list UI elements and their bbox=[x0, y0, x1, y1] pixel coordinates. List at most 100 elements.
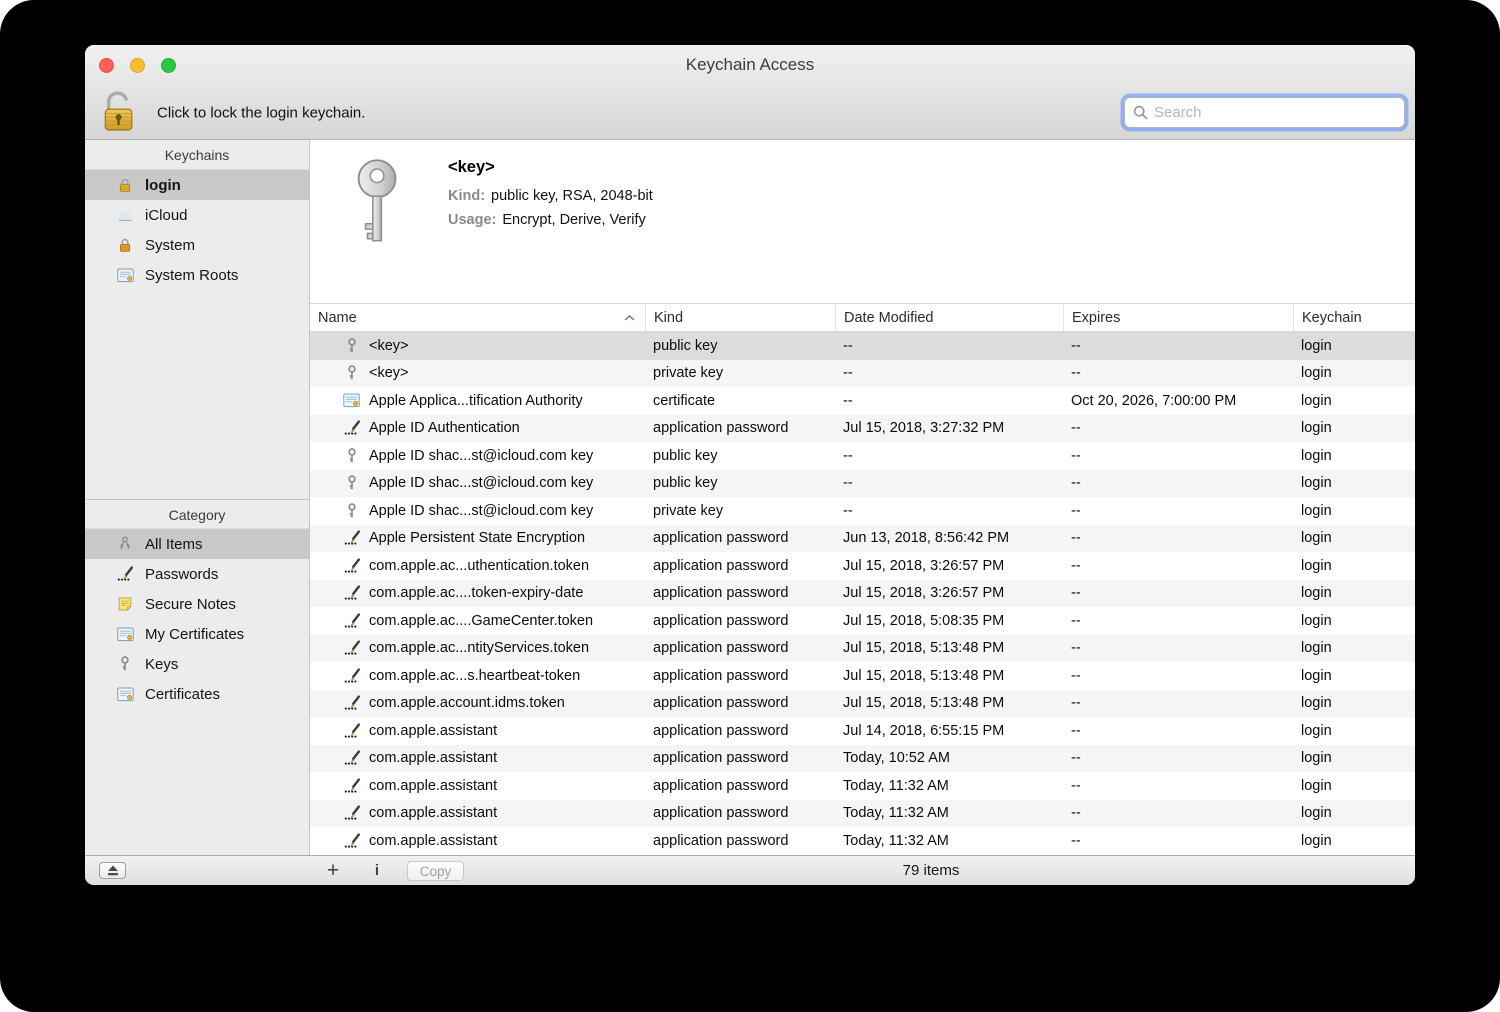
table-header: Name Kind Date Modified Expires Keychain bbox=[310, 303, 1415, 332]
close-button[interactable] bbox=[99, 58, 114, 73]
cell-keychain: login bbox=[1293, 365, 1415, 381]
column-header-keychain[interactable]: Keychain bbox=[1293, 304, 1415, 331]
item-name: com.apple.ac...s.heartbeat-token bbox=[369, 668, 580, 684]
detail-title: <key> bbox=[448, 158, 495, 177]
category-list: All Items Passwords Secure NotesMy Certifi… bbox=[85, 529, 309, 709]
column-header-label: Date Modified bbox=[844, 310, 933, 326]
table-row[interactable]: com.apple.assistantapplication passwordT… bbox=[310, 745, 1415, 773]
cell-keychain: login bbox=[1293, 448, 1415, 464]
sidebar-item-icloud[interactable]: iCloud bbox=[85, 200, 309, 230]
padlock-orange-icon bbox=[115, 237, 135, 253]
table-row[interactable]: com.apple.assistantapplication passwordJ… bbox=[310, 717, 1415, 745]
cell-date-modified: -- bbox=[835, 475, 1063, 491]
cell-expires: -- bbox=[1063, 475, 1293, 491]
column-header-name[interactable]: Name bbox=[310, 304, 645, 331]
column-header-expires[interactable]: Expires bbox=[1063, 304, 1293, 331]
items-count: 79 items bbox=[903, 856, 960, 885]
cell-kind: certificate bbox=[645, 393, 835, 409]
cell-kind: application password bbox=[645, 613, 835, 629]
column-header-kind[interactable]: Kind bbox=[645, 304, 835, 331]
toggle-keychains-button[interactable] bbox=[99, 862, 126, 879]
cell-kind: application password bbox=[645, 833, 835, 849]
cell-keychain: login bbox=[1293, 530, 1415, 546]
sidebar: Keychains loginiCloudSystemSystem Roots … bbox=[85, 140, 310, 855]
cell-name: Apple Applica...tification Authority bbox=[310, 393, 645, 409]
copy-button[interactable]: Copy bbox=[407, 861, 464, 881]
cell-name: com.apple.assistant bbox=[310, 750, 645, 766]
cell-name: <key> bbox=[310, 338, 645, 354]
sidebar-item-keys[interactable]: Keys bbox=[85, 649, 309, 679]
unlocked-padlock-icon[interactable] bbox=[102, 90, 138, 134]
table-row[interactable]: Apple Applica...tification Authoritycert… bbox=[310, 387, 1415, 415]
window-content: Keychains loginiCloudSystemSystem Roots … bbox=[85, 140, 1415, 855]
cell-kind: application password bbox=[645, 420, 835, 436]
column-header-date-modified[interactable]: Date Modified bbox=[835, 304, 1063, 331]
table-row[interactable]: com.apple.ac....token-expiry-dateapplica… bbox=[310, 580, 1415, 608]
cell-keychain: login bbox=[1293, 750, 1415, 766]
cell-date-modified: Jun 13, 2018, 8:56:42 PM bbox=[835, 530, 1063, 546]
certificate-icon bbox=[115, 268, 135, 283]
key-icon bbox=[343, 338, 360, 354]
item-name: com.apple.ac...ntityServices.token bbox=[369, 640, 589, 656]
sidebar-item-secure-notes[interactable]: Secure Notes bbox=[85, 589, 309, 619]
keychains-list: loginiCloudSystemSystem Roots bbox=[85, 170, 309, 290]
item-name: com.apple.assistant bbox=[369, 833, 497, 849]
key-large-icon bbox=[348, 156, 410, 251]
sidebar-item-system[interactable]: System bbox=[85, 230, 309, 260]
table-row[interactable]: <key>private key----login bbox=[310, 360, 1415, 388]
sidebar-item-all-items[interactable]: All Items bbox=[85, 529, 309, 559]
table-row[interactable]: Apple ID shac...st@icloud.com keypublic … bbox=[310, 470, 1415, 498]
sidebar-item-login[interactable]: login bbox=[85, 170, 309, 200]
table-row[interactable]: com.apple.ac...uthentication.tokenapplic… bbox=[310, 552, 1415, 580]
pen-icon bbox=[343, 750, 360, 766]
key-icon bbox=[343, 365, 360, 381]
table-row[interactable]: com.apple.ac...s.heartbeat-tokenapplicat… bbox=[310, 662, 1415, 690]
key-icon bbox=[343, 448, 360, 464]
add-item-button[interactable]: + bbox=[320, 857, 346, 885]
cell-date-modified: Today, 11:32 AM bbox=[835, 833, 1063, 849]
table-row[interactable]: com.apple.assistantapplication passwordT… bbox=[310, 800, 1415, 828]
certificate-icon bbox=[115, 687, 135, 702]
table-row[interactable]: Apple ID Authenticationapplication passw… bbox=[310, 415, 1415, 443]
info-button[interactable]: i bbox=[368, 856, 386, 885]
table-row[interactable]: com.apple.assistantapplication passwordT… bbox=[310, 772, 1415, 800]
cell-name: com.apple.assistant bbox=[310, 805, 645, 821]
cell-date-modified: Today, 10:52 AM bbox=[835, 750, 1063, 766]
sidebar-item-my-certificates[interactable]: My Certificates bbox=[85, 619, 309, 649]
table-row[interactable]: Apple ID shac...st@icloud.com keypublic … bbox=[310, 442, 1415, 470]
sidebar-item-system-roots[interactable]: System Roots bbox=[85, 260, 309, 290]
table-row[interactable]: Apple Persistent State Encryptionapplica… bbox=[310, 525, 1415, 553]
item-name: com.apple.ac....token-expiry-date bbox=[369, 585, 583, 601]
column-header-label: Keychain bbox=[1302, 310, 1362, 326]
table-row[interactable]: <key>public key----login bbox=[310, 332, 1415, 360]
titlebar[interactable]: Keychain Access bbox=[85, 45, 1415, 85]
table-row[interactable]: com.apple.assistant application passwordT… bbox=[310, 827, 1415, 855]
table-row[interactable]: com.apple.ac...ntityServices.tokenapplic… bbox=[310, 635, 1415, 663]
table-row[interactable]: com.apple.account.idms.tokenapplication … bbox=[310, 690, 1415, 718]
sidebar-item-certificates[interactable]: Certificates bbox=[85, 679, 309, 709]
window-title: Keychain Access bbox=[686, 55, 815, 75]
usage-label: Usage: bbox=[448, 212, 496, 228]
window-chrome: Keychain Access bbox=[85, 45, 1415, 140]
cell-kind: private key bbox=[645, 365, 835, 381]
minimize-button[interactable] bbox=[130, 58, 145, 73]
search-input[interactable] bbox=[1154, 104, 1396, 121]
sidebar-item-passwords[interactable]: Passwords bbox=[85, 559, 309, 589]
zoom-button[interactable] bbox=[161, 58, 176, 73]
cell-name: com.apple.ac...s.heartbeat-token bbox=[310, 668, 645, 684]
keychains-section-header: Keychains bbox=[85, 140, 309, 170]
table-row[interactable]: com.apple.ac....GameCenter.token applicat… bbox=[310, 607, 1415, 635]
cell-date-modified: -- bbox=[835, 338, 1063, 354]
item-name: Apple ID shac...st@icloud.com key bbox=[369, 448, 593, 464]
traffic-lights bbox=[99, 58, 176, 73]
key-icon bbox=[343, 475, 360, 491]
item-name: com.apple.ac....GameCenter.token bbox=[369, 613, 593, 629]
table-row[interactable]: Apple ID shac...st@icloud.com keyprivate… bbox=[310, 497, 1415, 525]
item-name: Apple ID shac...st@icloud.com key bbox=[369, 475, 593, 491]
cell-kind: private key bbox=[645, 503, 835, 519]
column-header-label: Name bbox=[318, 310, 357, 326]
sidebar-item-label: Passwords bbox=[145, 566, 218, 583]
cell-name: Apple ID shac...st@icloud.com key bbox=[310, 503, 645, 519]
cell-keychain: login bbox=[1293, 338, 1415, 354]
pen-icon bbox=[343, 695, 360, 711]
